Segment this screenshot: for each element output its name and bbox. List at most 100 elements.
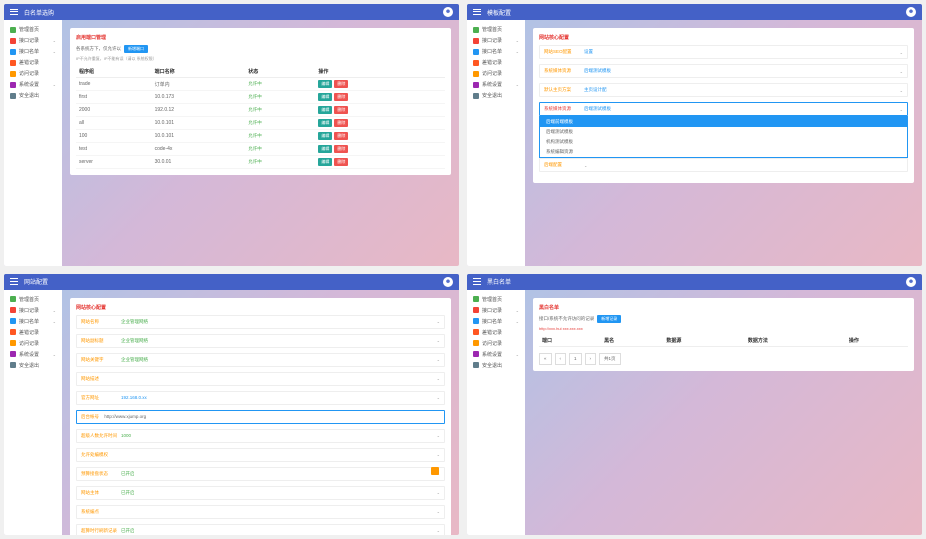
form-row[interactable]: 超级人数允许时间1000⌄ (76, 429, 445, 443)
edit-button[interactable]: 编辑 (318, 119, 332, 127)
pager-button[interactable]: ‹ (555, 353, 567, 365)
sidebar-item[interactable]: 安全退出 (467, 360, 525, 371)
form-row[interactable]: 官方网址192.168.0.xx⌄ (76, 391, 445, 405)
delete-button[interactable]: 删除 (334, 80, 348, 88)
nav-icon (473, 318, 479, 324)
edit-button[interactable]: 编辑 (318, 132, 332, 140)
nav-icon (473, 49, 479, 55)
nav-label: 接口名单 (482, 318, 502, 325)
dropdown-option[interactable]: 后端前端模板 (540, 117, 907, 127)
delete-button[interactable]: 删除 (334, 93, 348, 101)
sidebar-item[interactable]: 接口名单⌄ (4, 46, 62, 57)
chevron-down-icon: ⌄ (437, 395, 440, 400)
pager-button[interactable]: › (585, 353, 597, 365)
nav-label: 管理首页 (482, 296, 502, 303)
edit-button[interactable]: 编辑 (318, 106, 332, 114)
sidebar-item[interactable]: 管理首页 (4, 24, 62, 35)
chevron-down-icon: ⌄ (900, 88, 903, 93)
input-active[interactable]: 后台帐号 http://www.xjump.org (76, 410, 445, 424)
sidebar-item[interactable]: 接口名单⌄ (467, 46, 525, 57)
nav-label: 接口名单 (19, 48, 39, 55)
form-row[interactable]: 系统编点⌄ (76, 505, 445, 519)
sidebar-item[interactable]: 系统设置⌄ (467, 79, 525, 90)
nav-label: 访问记录 (482, 70, 502, 77)
form-row[interactable]: 网站主体已开启⌄ (76, 486, 445, 500)
delete-button[interactable]: 删除 (334, 158, 348, 166)
delete-button[interactable]: 删除 (334, 119, 348, 127)
nav-label: 差错记录 (19, 329, 39, 336)
sidebar-item[interactable]: 安全退出 (4, 360, 62, 371)
dropdown-option[interactable]: 系统编辑资源 (540, 147, 907, 157)
edit-button[interactable]: 编辑 (318, 145, 332, 153)
sidebar-item[interactable]: 安全退出 (4, 90, 62, 101)
sidebar-item[interactable]: 管理首页 (467, 24, 525, 35)
sidebar-item[interactable]: 接口记录⌄ (4, 35, 62, 46)
sidebar-item[interactable]: 接口记录⌄ (467, 305, 525, 316)
avatar-icon[interactable]: ☻ (443, 277, 453, 287)
sidebar-item[interactable]: 系统设置⌄ (4, 79, 62, 90)
form-row[interactable]: 网站副标题企业管理网络⌄ (76, 334, 445, 348)
delete-button[interactable]: 删除 (334, 145, 348, 153)
sidebar-item[interactable]: 访问记录 (4, 338, 62, 349)
avatar-icon[interactable]: ☻ (906, 277, 916, 287)
form-row[interactable]: 网站SEO配置设置⌄ (539, 45, 908, 59)
delete-button[interactable]: 删除 (334, 132, 348, 140)
add-button[interactable]: 新增端口 (124, 45, 148, 53)
form-row[interactable]: 网站名称企业管理网络⌄ (76, 315, 445, 329)
edit-button[interactable]: 编辑 (318, 93, 332, 101)
sidebar-item[interactable]: 访问记录 (4, 68, 62, 79)
nav-icon (10, 49, 16, 55)
form-row[interactable]: 允许处编模权⌄ (76, 448, 445, 462)
pager-button[interactable]: 共1页 (599, 353, 621, 365)
nav-label: 访问记录 (19, 70, 39, 77)
col-header: 状态 (245, 66, 315, 78)
sidebar-item[interactable]: 管理首页 (4, 294, 62, 305)
pager-button[interactable]: « (539, 353, 552, 365)
nav-icon (473, 340, 479, 346)
sidebar: 管理首页接口记录⌄接口名单⌄差错记录访问记录系统设置⌄安全退出 (4, 20, 62, 266)
sidebar-item[interactable]: 差错记录 (4, 57, 62, 68)
form-row[interactable]: 网站关键字企业管理网络⌄ (76, 353, 445, 367)
chevron-down-icon: ⌄ (437, 528, 440, 533)
sidebar-item[interactable]: 接口名单⌄ (4, 316, 62, 327)
form-row[interactable]: 预算接盘状态已开启⌄ (76, 467, 445, 481)
add-button[interactable]: 新增记录 (597, 315, 621, 323)
header: 白名单选购 ☻ (4, 4, 459, 20)
avatar-icon[interactable]: ☻ (906, 7, 916, 17)
form-row[interactable]: 网站描述⌄ (76, 372, 445, 386)
menu-icon[interactable] (473, 8, 481, 16)
sidebar-item[interactable]: 接口记录⌄ (467, 35, 525, 46)
menu-icon[interactable] (10, 278, 18, 286)
delete-button[interactable]: 删除 (334, 106, 348, 114)
sidebar-item[interactable]: 安全退出 (467, 90, 525, 101)
tool-icon[interactable] (431, 467, 439, 475)
form-row[interactable]: 后端配置 ⌄ (539, 158, 908, 172)
dropdown-option[interactable]: 后端测试模板 (540, 127, 907, 137)
sidebar-item[interactable]: 管理首页 (467, 294, 525, 305)
sidebar-item[interactable]: 访问记录 (467, 68, 525, 79)
dropdown-option[interactable]: 机构测试模板 (540, 137, 907, 147)
chevron-icon: ⌄ (516, 352, 519, 357)
sidebar-item[interactable]: 差错记录 (4, 327, 62, 338)
sidebar-item[interactable]: 接口名单⌄ (467, 316, 525, 327)
avatar-icon[interactable]: ☻ (443, 7, 453, 17)
chevron-down-icon: ⌄ (437, 452, 440, 457)
sidebar-item[interactable]: 系统设置⌄ (4, 349, 62, 360)
sidebar-item[interactable]: 差错记录 (467, 327, 525, 338)
select-active[interactable]: 系统媒体资源 后端测试模板 ⌄ (539, 102, 908, 116)
pager-button[interactable]: 1 (569, 353, 582, 365)
menu-icon[interactable] (473, 278, 481, 286)
sidebar-item[interactable]: 系统设置⌄ (467, 349, 525, 360)
form-row[interactable]: 默认主页方案主页设计配⌄ (539, 83, 908, 97)
nav-label: 系统设置 (482, 81, 502, 88)
edit-button[interactable]: 编辑 (318, 80, 332, 88)
form-row[interactable]: 超算时行刷新记录已开启⌄ (76, 524, 445, 536)
nav-icon (473, 296, 479, 302)
menu-icon[interactable] (10, 8, 18, 16)
edit-button[interactable]: 编辑 (318, 158, 332, 166)
form-row[interactable]: 系统媒体资源后端测试模板⌄ (539, 64, 908, 78)
sidebar-item[interactable]: 接口记录⌄ (4, 305, 62, 316)
nav-icon (473, 362, 479, 368)
sidebar-item[interactable]: 差错记录 (467, 57, 525, 68)
sidebar-item[interactable]: 访问记录 (467, 338, 525, 349)
